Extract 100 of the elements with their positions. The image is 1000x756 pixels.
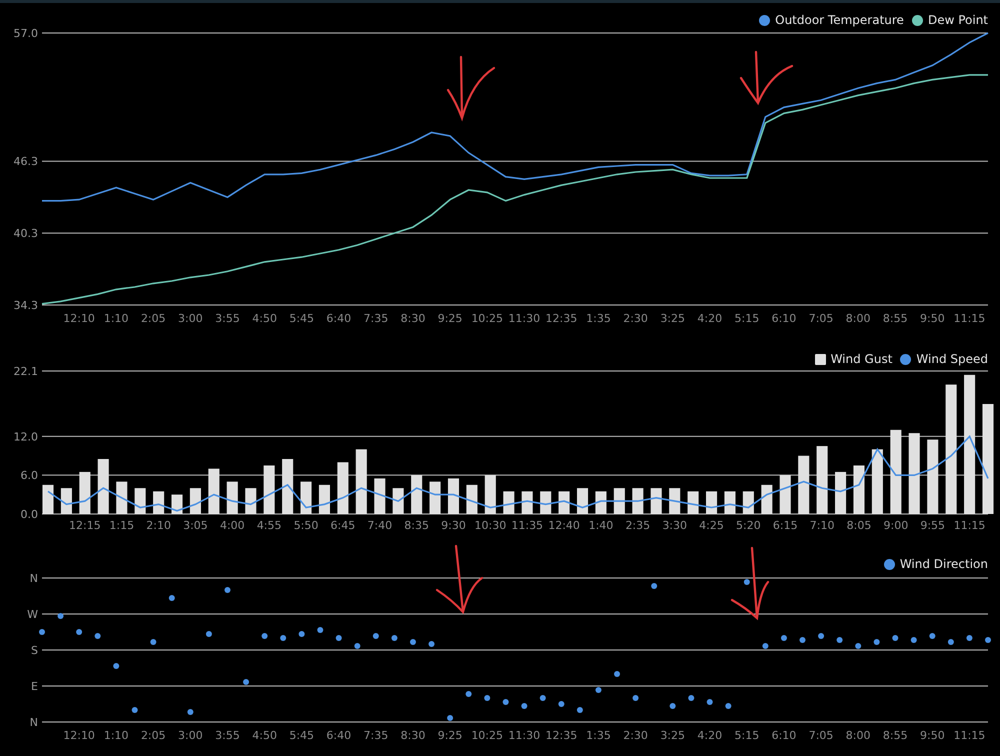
x-axis-label: 9:55 — [920, 519, 946, 532]
x-axis-label: 9:50 — [920, 729, 945, 742]
legend-label: Wind Gust — [814, 352, 892, 366]
x-axis-label: 10:25 — [471, 312, 504, 325]
x-axis-label: 8:55 — [882, 312, 908, 325]
y-axis-label: 0.0 — [20, 508, 38, 521]
y-axis-label: 22.1 — [14, 365, 38, 378]
x-axis-label: 6:40 — [326, 312, 352, 325]
x-axis-label: 12:35 — [546, 729, 578, 742]
gust-bar — [650, 488, 662, 514]
gust-bar — [134, 488, 146, 514]
x-axis-label: 3:00 — [178, 729, 203, 742]
hand-drawn-arrow — [436, 544, 484, 614]
legend-label: Dew Point — [912, 13, 988, 27]
gust-bar — [466, 484, 478, 514]
x-axis-label: 8:00 — [846, 312, 870, 325]
gust-bar — [706, 491, 718, 514]
gust-bar — [264, 465, 275, 514]
x-axis-label: 6:45 — [330, 519, 356, 532]
x-axis-label: 3:00 — [178, 312, 203, 325]
x-axis-label: 4:20 — [697, 729, 722, 742]
legend-label: Wind Direction — [884, 557, 988, 571]
x-axis-label: 5:15 — [734, 729, 760, 742]
gust-bar — [60, 488, 72, 514]
gust-bar — [79, 472, 90, 514]
y-axis-label: N — [30, 572, 38, 585]
x-axis-label: 11:30 — [508, 312, 540, 325]
gust-bar — [190, 488, 201, 514]
x-axis-label: 12:10 — [63, 729, 95, 742]
x-axis-label: 4:55 — [256, 519, 282, 532]
gust-bar — [595, 491, 606, 514]
x-axis-label: 2:10 — [146, 519, 171, 532]
x-axis-label: 7:05 — [808, 729, 834, 742]
gust-bar — [780, 475, 791, 514]
x-axis-label: 7:40 — [367, 519, 392, 532]
x-axis-label: 2:05 — [140, 312, 166, 325]
gust-bar — [392, 488, 404, 514]
gust-bar — [245, 488, 256, 514]
y-axis-label: 34.3 — [14, 299, 38, 312]
x-axis-label: 3:05 — [183, 519, 208, 532]
hand-drawn-arrow — [740, 50, 794, 104]
x-axis-label: 5:45 — [289, 312, 314, 325]
legend-label: Outdoor Temperature — [759, 13, 904, 27]
x-axis-label: 8:55 — [882, 729, 908, 742]
x-axis-label: 2:05 — [140, 729, 166, 742]
x-axis-label: 8:30 — [400, 729, 426, 742]
y-axis-label: W — [27, 608, 38, 621]
gust-bar — [374, 478, 386, 514]
gust-bar — [576, 488, 588, 514]
x-axis-label: 4:25 — [699, 519, 724, 532]
gust-bar — [411, 475, 422, 514]
x-axis-label: 11:30 — [508, 729, 540, 742]
x-axis-label: 3:55 — [215, 312, 240, 325]
x-axis-label: 4:20 — [697, 312, 722, 325]
x-axis-label: 11:15 — [954, 729, 986, 742]
y-axis-label: 57.0 — [14, 27, 38, 40]
x-axis-label: 9:00 — [884, 519, 908, 532]
x-axis-label: 9:25 — [438, 729, 462, 742]
x-axis-label: 7:05 — [808, 312, 834, 325]
x-axis-label: 2:35 — [625, 519, 650, 532]
x-axis-label: 11:15 — [954, 519, 986, 532]
x-axis-label: 12:40 — [548, 519, 580, 532]
x-axis-label: 2:30 — [623, 312, 648, 325]
legend-label: Wind Speed — [900, 352, 988, 366]
x-axis-label: 2:30 — [623, 729, 648, 742]
gust-bar — [356, 449, 367, 514]
x-axis-label: 4:50 — [252, 729, 277, 742]
y-axis-label: N — [30, 716, 38, 729]
x-axis-label: 6:40 — [326, 729, 352, 742]
y-axis-label: 40.3 — [14, 227, 38, 240]
gust-bar — [484, 475, 496, 514]
gust-bar — [853, 465, 864, 514]
y-axis-label: E — [31, 680, 38, 693]
gust-bar — [116, 482, 128, 514]
gust-bar — [558, 491, 570, 514]
gust-bar — [42, 484, 54, 514]
y-axis-label: 6.0 — [20, 469, 38, 482]
x-axis-label: 10:25 — [471, 729, 504, 742]
gust-bar — [153, 491, 164, 514]
gust-bar — [688, 491, 699, 514]
gust-bar — [98, 459, 109, 514]
y-axis-label: 46.3 — [14, 155, 38, 168]
x-axis-label: 1:10 — [104, 312, 129, 325]
gust-bar — [448, 478, 460, 514]
x-axis-label: 6:10 — [772, 312, 796, 325]
x-axis-label: 5:50 — [294, 519, 318, 532]
x-axis-label: 3:30 — [662, 519, 688, 532]
gust-bar — [337, 462, 348, 514]
x-axis-label: 8:05 — [846, 519, 872, 532]
gust-bar — [522, 491, 533, 514]
gust-bar — [669, 488, 680, 514]
x-axis-label: 8:35 — [404, 519, 429, 532]
x-axis-label: 7:10 — [810, 519, 834, 532]
gust-bar — [835, 472, 846, 514]
gust-bar — [208, 468, 220, 514]
gust-bar — [540, 491, 552, 514]
y-axis-label: 12.0 — [14, 430, 38, 444]
hand-drawn-arrow — [446, 56, 496, 120]
x-axis-label: 7:35 — [364, 729, 388, 742]
x-axis-label: 11:35 — [511, 519, 544, 532]
